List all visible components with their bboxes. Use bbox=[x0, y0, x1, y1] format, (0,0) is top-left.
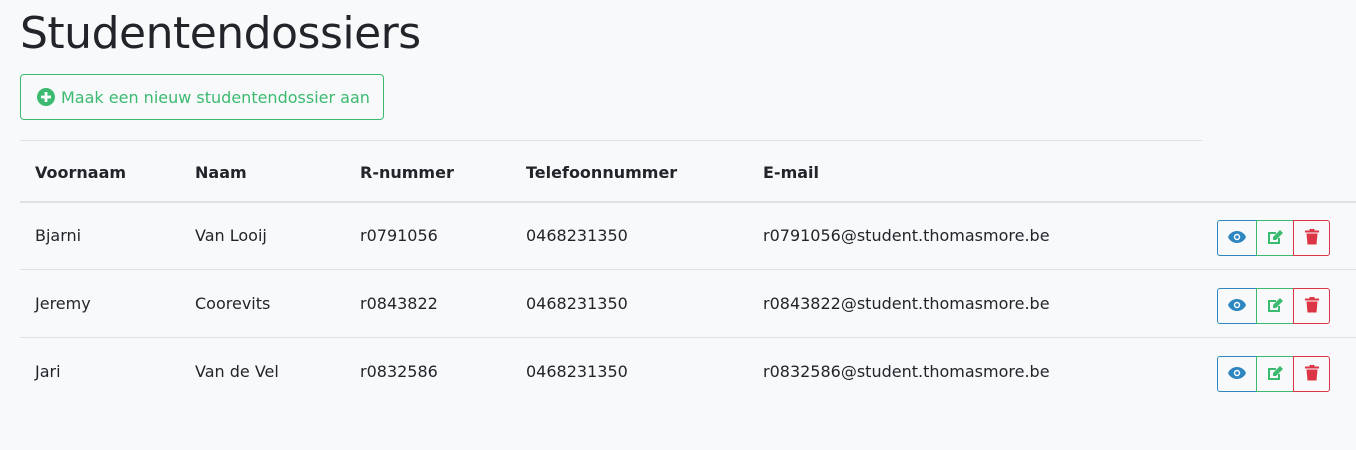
cell-naam: Van de Vel bbox=[195, 362, 279, 381]
page: Studentendossiers Maak een nieuw student… bbox=[0, 0, 1356, 450]
edit-icon bbox=[1267, 297, 1284, 316]
row-actions bbox=[1217, 288, 1330, 324]
trash-icon bbox=[1304, 228, 1319, 248]
delete-button[interactable] bbox=[1293, 356, 1330, 392]
header-voornaam: Voornaam bbox=[35, 162, 127, 182]
add-dossier-label: Maak een nieuw studentendossier aan bbox=[61, 87, 370, 107]
eye-icon bbox=[1228, 298, 1246, 314]
cell-email: r0832586@student.thomasmore.be bbox=[763, 362, 1050, 381]
edit-button[interactable] bbox=[1256, 288, 1294, 324]
table-row: Jeremy Coorevits r0843822 0468231350 r08… bbox=[20, 271, 1356, 338]
view-button[interactable] bbox=[1217, 356, 1257, 392]
add-dossier-button[interactable]: Maak een nieuw studentendossier aan bbox=[20, 74, 384, 120]
edit-icon bbox=[1267, 365, 1284, 384]
cell-r-nummer: r0791056 bbox=[360, 225, 438, 245]
trash-icon bbox=[1304, 364, 1319, 384]
edit-button[interactable] bbox=[1256, 356, 1294, 392]
eye-icon bbox=[1228, 366, 1246, 382]
cell-voornaam: Bjarni bbox=[35, 225, 82, 245]
edit-button[interactable] bbox=[1256, 220, 1294, 256]
row-actions bbox=[1217, 356, 1330, 392]
plus-circle-icon bbox=[37, 88, 55, 106]
table-header: Voornaam Naam R-nummer Telefoonnummer E-… bbox=[20, 141, 1356, 203]
header-r-nummer: R-nummer bbox=[360, 162, 454, 182]
cell-voornaam: Jari bbox=[35, 362, 61, 381]
header-naam: Naam bbox=[195, 162, 247, 182]
cell-naam: Coorevits bbox=[195, 293, 271, 313]
cell-telefoonnummer: 0468231350 bbox=[526, 225, 628, 245]
cell-voornaam: Jeremy bbox=[35, 293, 91, 313]
cell-telefoonnummer: 0468231350 bbox=[526, 362, 628, 381]
cell-r-nummer: r0832586 bbox=[360, 362, 438, 381]
page-title: Studentendossiers bbox=[20, 8, 421, 59]
view-button[interactable] bbox=[1217, 220, 1257, 256]
table-row: Jari Van de Vel r0832586 0468231350 r083… bbox=[20, 339, 1356, 406]
row-actions bbox=[1217, 220, 1330, 256]
delete-button[interactable] bbox=[1293, 220, 1330, 256]
trash-icon bbox=[1304, 296, 1319, 316]
cell-r-nummer: r0843822 bbox=[360, 293, 438, 313]
cell-telefoonnummer: 0468231350 bbox=[526, 293, 628, 313]
header-telefoonnummer: Telefoonnummer bbox=[526, 162, 678, 182]
eye-icon bbox=[1228, 230, 1246, 246]
edit-icon bbox=[1267, 229, 1284, 248]
cell-email: r0791056@student.thomasmore.be bbox=[763, 225, 1050, 245]
view-button[interactable] bbox=[1217, 288, 1257, 324]
header-email: E-mail bbox=[763, 162, 820, 182]
cell-email: r0843822@student.thomasmore.be bbox=[763, 293, 1050, 313]
delete-button[interactable] bbox=[1293, 288, 1330, 324]
table-row: Bjarni Van Looij r0791056 0468231350 r07… bbox=[20, 203, 1356, 270]
cell-naam: Van Looij bbox=[195, 225, 267, 245]
